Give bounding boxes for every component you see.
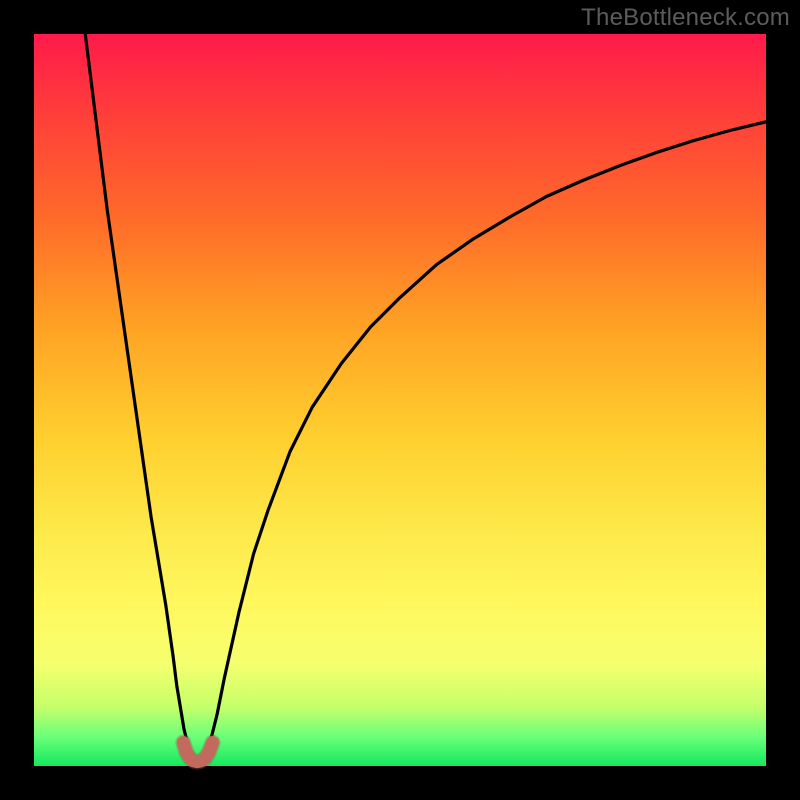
plot-area (34, 34, 766, 766)
watermark-label: TheBottleneck.com (581, 4, 790, 32)
outer-frame: TheBottleneck.com (0, 0, 800, 800)
